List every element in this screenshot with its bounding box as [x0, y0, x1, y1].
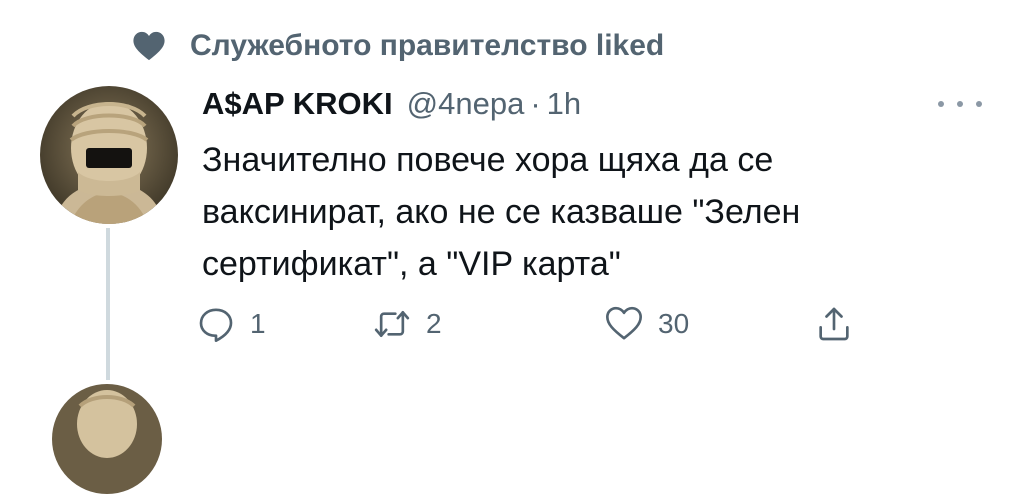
social-context-text[interactable]: Служебното правителство liked — [190, 29, 664, 63]
retweet-button[interactable]: 2 — [372, 300, 442, 348]
more-dot-icon — [976, 101, 982, 107]
tweet-actions: 1 2 30 — [196, 300, 896, 348]
like-button[interactable]: 30 — [604, 300, 689, 348]
reply-count: 1 — [250, 308, 266, 339]
user-handle[interactable]: @4nepa — [407, 86, 525, 122]
timestamp[interactable]: 1h — [547, 86, 581, 122]
retweet-count: 2 — [426, 308, 442, 339]
reply-button[interactable]: 1 — [196, 300, 266, 348]
retweet-icon — [372, 304, 412, 344]
avatar[interactable] — [40, 86, 178, 224]
separator-dot: · — [530, 86, 541, 121]
tweet-text-line: ваксинират, ако не се казваше "Зелен — [202, 193, 801, 231]
share-icon — [814, 304, 854, 344]
social-context: Служебното правителство liked — [132, 26, 664, 66]
more-dot-icon — [938, 101, 944, 107]
tweet-text-line: Значително повече хора щяха да се — [202, 141, 774, 179]
heart-icon — [604, 304, 644, 344]
more-options-button[interactable] — [938, 92, 982, 116]
reply-icon — [196, 304, 236, 344]
tweet-header: A$AP KROKI @4nepa · 1h — [202, 84, 581, 124]
more-dot-icon — [957, 101, 963, 107]
display-name[interactable]: A$AP KROKI — [202, 86, 393, 122]
share-button[interactable] — [814, 300, 854, 348]
next-tweet-avatar[interactable] — [52, 384, 162, 494]
tweet-text: Значително повече хора щяха да се ваксин… — [202, 134, 942, 290]
tweet-text-line: сертификат", а "VIP карта" — [202, 245, 621, 283]
heart-fill-icon — [132, 30, 166, 62]
thread-line — [106, 228, 110, 380]
like-count: 30 — [658, 308, 690, 339]
